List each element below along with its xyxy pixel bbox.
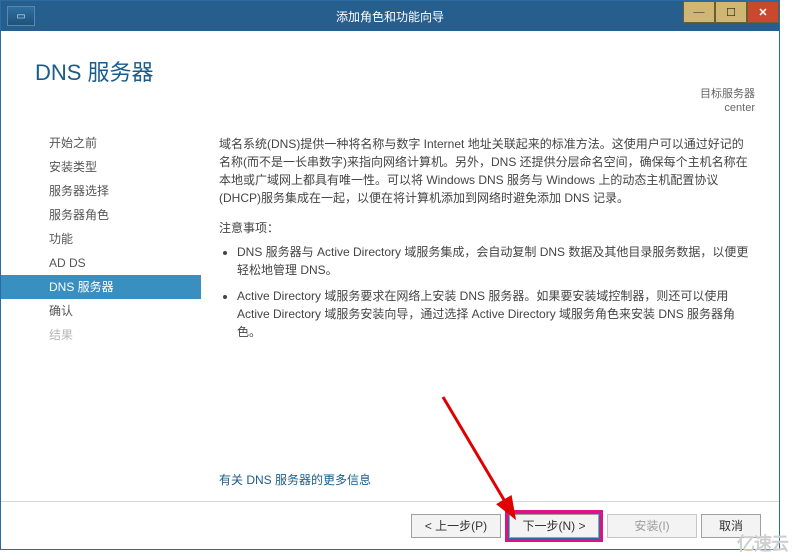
sidebar-item-server-selection[interactable]: 服务器选择 bbox=[1, 179, 201, 203]
sidebar-item-before-begin[interactable]: 开始之前 bbox=[1, 131, 201, 155]
notes-list: DNS 服务器与 Active Directory 域服务集成，会自动复制 DN… bbox=[219, 243, 755, 341]
wizard-window: ▭ 添加角色和功能向导 — ☐ ✕ DNS 服务器 目标服务器 center 开… bbox=[0, 0, 780, 550]
footer-bar: < 上一步(P) 下一步(N) > 安装(I) 取消 bbox=[1, 501, 779, 549]
target-server-label: 目标服务器 center bbox=[700, 87, 755, 115]
sidebar-item-results: 结果 bbox=[1, 323, 201, 347]
description-paragraph: 域名系统(DNS)提供一种将名称与数字 Internet 地址关联起来的标准方法… bbox=[219, 135, 755, 207]
watermark: 亿速云 bbox=[737, 530, 788, 556]
more-info-link[interactable]: 有关 DNS 服务器的更多信息 bbox=[219, 471, 371, 489]
sidebar-item-server-roles[interactable]: 服务器角色 bbox=[1, 203, 201, 227]
target-label: 目标服务器 bbox=[700, 87, 755, 101]
step-sidebar: 开始之前 安装类型 服务器选择 服务器角色 功能 AD DS DNS 服务器 确… bbox=[1, 131, 201, 347]
annotation-highlight-next: 下一步(N) > bbox=[505, 510, 603, 542]
sidebar-item-confirmation[interactable]: 确认 bbox=[1, 299, 201, 323]
maximize-button[interactable]: ☐ bbox=[715, 1, 747, 23]
window-buttons: — ☐ ✕ bbox=[683, 1, 779, 23]
note-item: Active Directory 域服务要求在网络上安装 DNS 服务器。如果要… bbox=[237, 287, 755, 341]
target-name: center bbox=[700, 101, 755, 115]
sidebar-item-dns-server[interactable]: DNS 服务器 bbox=[1, 275, 201, 299]
note-item: DNS 服务器与 Active Directory 域服务集成，会自动复制 DN… bbox=[237, 243, 755, 279]
sidebar-item-adds[interactable]: AD DS bbox=[1, 251, 201, 275]
sidebar-item-features[interactable]: 功能 bbox=[1, 227, 201, 251]
previous-button[interactable]: < 上一步(P) bbox=[411, 514, 501, 538]
content-area: DNS 服务器 目标服务器 center 开始之前 安装类型 服务器选择 服务器… bbox=[1, 31, 779, 501]
titlebar: ▭ 添加角色和功能向导 — ☐ ✕ bbox=[1, 1, 779, 31]
notes-label: 注意事项： bbox=[219, 219, 755, 237]
close-button[interactable]: ✕ bbox=[747, 1, 779, 23]
minimize-button[interactable]: — bbox=[683, 1, 715, 23]
install-button: 安装(I) bbox=[607, 514, 697, 538]
window-title: 添加角色和功能向导 bbox=[1, 8, 779, 25]
next-button[interactable]: 下一步(N) > bbox=[509, 514, 599, 538]
page-title: DNS 服务器 bbox=[35, 55, 154, 87]
main-panel: 域名系统(DNS)提供一种将名称与数字 Internet 地址关联起来的标准方法… bbox=[219, 135, 755, 349]
sidebar-item-install-type[interactable]: 安装类型 bbox=[1, 155, 201, 179]
